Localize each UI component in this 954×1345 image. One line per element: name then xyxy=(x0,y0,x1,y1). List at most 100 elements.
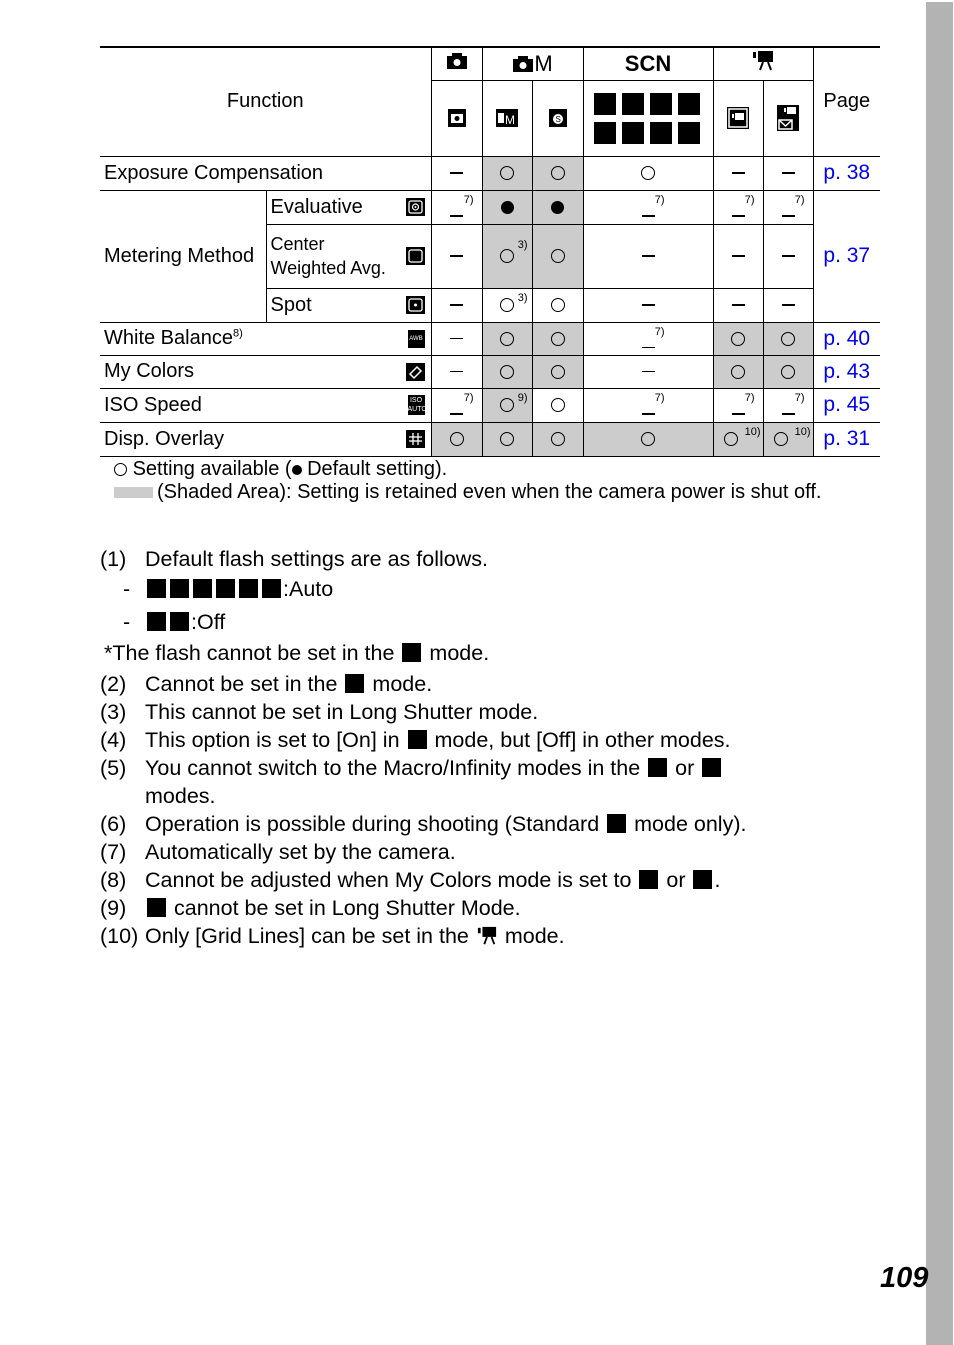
cell: 7) xyxy=(582,321,714,356)
mode-group-auto xyxy=(430,46,483,81)
page-link-38[interactable]: p. 38 xyxy=(812,155,880,191)
page-link-40[interactable]: p. 40 xyxy=(812,321,880,356)
submode-scene-group xyxy=(582,79,714,157)
cell xyxy=(531,189,584,225)
cell xyxy=(762,223,814,289)
svg-text:M: M xyxy=(505,113,515,127)
cell xyxy=(531,223,584,289)
cell: 7) xyxy=(430,387,483,423)
cell xyxy=(712,223,764,289)
cell xyxy=(531,287,584,323)
note-5: (5) You cannot switch to the Macro/Infini… xyxy=(100,754,900,810)
cell xyxy=(481,321,533,356)
function-name: ISO Speed ISO AUTO xyxy=(100,387,432,423)
iso-auto-icon xyxy=(147,898,166,917)
cell: 7) xyxy=(582,387,714,423)
compact-movie-icon xyxy=(777,105,799,131)
circle-symbol xyxy=(114,463,127,477)
beach-icon xyxy=(650,121,672,144)
cell xyxy=(712,155,764,191)
cell: 9) xyxy=(481,387,533,423)
table-legend: Setting available ( Default setting). (S… xyxy=(114,458,874,504)
note-8: (8) Cannot be adjusted when My Colors mod… xyxy=(100,868,721,892)
center-weighted-icon xyxy=(405,247,425,265)
submode-manual: M xyxy=(481,79,533,157)
cell: 7) xyxy=(762,387,814,423)
kids-pets-icon xyxy=(193,579,212,598)
page-link-37[interactable]: p. 37 xyxy=(812,189,880,323)
fireworks-icon xyxy=(702,758,722,777)
cell xyxy=(712,354,764,389)
cell: 10) xyxy=(712,421,764,457)
cell: 3) xyxy=(481,287,533,323)
cell xyxy=(531,354,584,389)
fireworks-icon xyxy=(402,643,422,662)
function-name: Spot xyxy=(265,287,432,323)
foliage-icon xyxy=(147,612,166,631)
cell xyxy=(582,421,714,457)
cell xyxy=(582,223,714,289)
note-6: (6) Operation is possible during shooting… xyxy=(100,812,747,836)
mode-group-movie xyxy=(712,46,814,81)
cell xyxy=(430,321,483,356)
digital-macro-icon: S xyxy=(548,109,567,128)
fireworks-icon xyxy=(345,674,365,693)
note-4: (4) This option is set to [On] in mode, b… xyxy=(100,728,731,752)
auto-mode-icon xyxy=(447,109,466,128)
submode-digital-macro: S xyxy=(531,79,584,157)
note-1: (1) Default flash settings are as follows… xyxy=(100,547,488,571)
foliage-icon xyxy=(594,121,616,144)
cell xyxy=(762,321,814,356)
cell xyxy=(430,223,483,289)
movie-icon xyxy=(751,50,775,77)
bw-icon xyxy=(693,870,713,889)
cell xyxy=(481,189,533,225)
function-header: Function xyxy=(100,46,432,157)
spot-metering-icon xyxy=(405,296,425,314)
cell xyxy=(531,387,584,423)
cell xyxy=(712,321,764,356)
scene-icon: SCN xyxy=(624,50,672,76)
function-availability-table: Function M SCN Page M S Exposure Compens… xyxy=(100,46,880,457)
mode-group-manual: M xyxy=(481,46,584,81)
submode-compact-movie xyxy=(762,79,814,157)
cell xyxy=(430,287,483,323)
cell xyxy=(762,354,814,389)
table-row: ISO Speed ISO AUTO 7) 9) 7) 7) 7) p. 45 xyxy=(100,387,880,423)
manual-label: M xyxy=(534,50,553,76)
metering-method-group: Metering Method xyxy=(100,189,267,323)
my-colors-icon xyxy=(405,362,425,381)
chapter-tab-strip xyxy=(926,2,953,1345)
manual-mode-icon: M xyxy=(496,109,518,128)
page-link-43[interactable]: p. 43 xyxy=(812,354,880,389)
cell xyxy=(430,421,483,457)
cell: 10) xyxy=(762,421,814,457)
night-snapshot-icon xyxy=(622,92,644,115)
kids-pets-icon xyxy=(648,758,668,777)
night-snapshot-icon xyxy=(170,579,189,598)
note-7: (7) Automatically set by the camera. xyxy=(100,840,456,864)
cell xyxy=(430,155,483,191)
submode-auto xyxy=(430,79,483,157)
standard-movie-icon xyxy=(727,107,749,130)
cell xyxy=(582,287,714,323)
camera-auto-icon xyxy=(446,52,468,75)
cell xyxy=(531,421,584,457)
function-name: White Balance8) AWB xyxy=(100,321,432,356)
page-link-31[interactable]: p. 31 xyxy=(812,421,880,457)
page-link-45[interactable]: p. 45 xyxy=(812,387,880,423)
table-row: My Colors p. 43 xyxy=(100,354,880,389)
table-row: Exposure Compensation p. 38 xyxy=(100,155,880,191)
table-row: Disp. Overlay 10) 10) p. 31 xyxy=(100,421,880,457)
snow-icon xyxy=(622,121,644,144)
svg-text:S: S xyxy=(555,115,560,124)
cell xyxy=(531,321,584,356)
cell: 7) xyxy=(582,189,714,225)
function-name: Disp. Overlay xyxy=(100,421,432,457)
cell xyxy=(762,155,814,191)
note-10: (10) Only [Grid Lines] can be set in the … xyxy=(100,924,565,948)
table-row: White Balance8) AWB 7) p. 40 xyxy=(100,321,880,356)
cell xyxy=(531,155,584,191)
fireworks-icon xyxy=(678,121,700,144)
mode-group-scene: SCN xyxy=(582,46,714,81)
